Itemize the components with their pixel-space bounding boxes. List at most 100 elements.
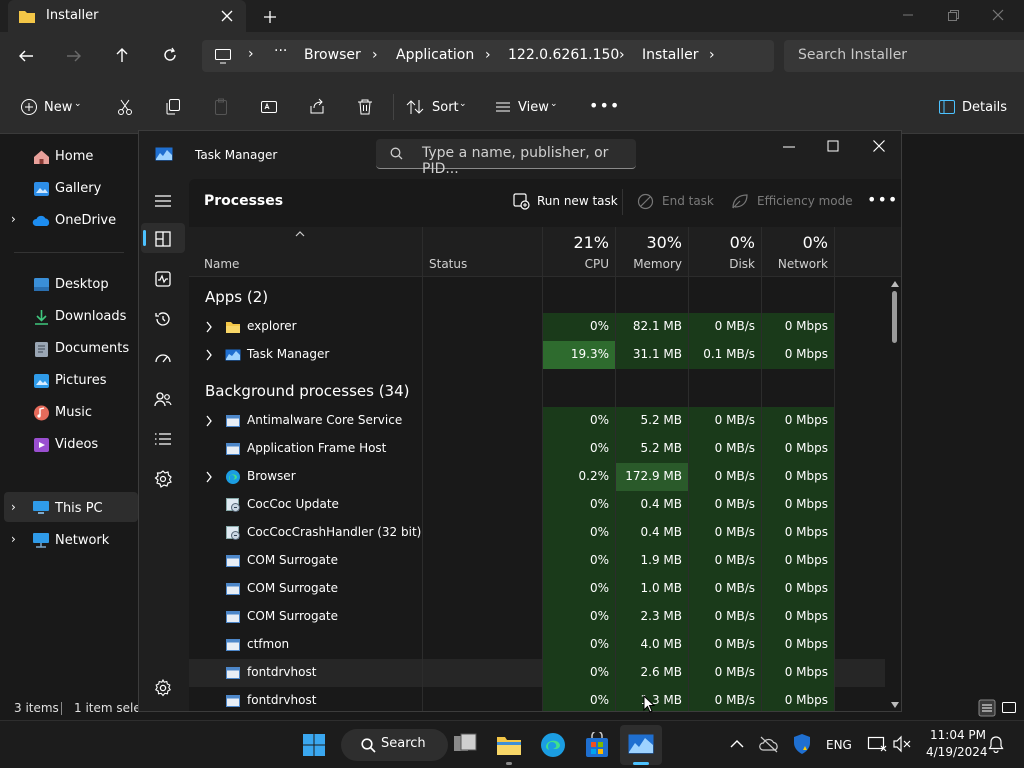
- minimize-icon[interactable]: [902, 12, 914, 18]
- close-window-icon[interactable]: [992, 9, 1004, 21]
- new-button[interactable]: New: [44, 100, 72, 115]
- process-row[interactable]: COM Surrogate 0% 1.9 MB 0 MB/s 0 Mbps: [189, 547, 885, 575]
- network-status-icon[interactable]: [867, 735, 887, 753]
- up-icon[interactable]: [114, 47, 130, 63]
- sort-ascending-chevron-icon[interactable]: [295, 231, 305, 237]
- process-row[interactable]: Application Frame Host 0% 5.2 MB 0 MB/s 0 Mb…: [189, 435, 885, 463]
- group-header-background-processes[interactable]: Background processes (34): [205, 382, 410, 400]
- volume-muted-icon[interactable]: [893, 735, 911, 753]
- process-row[interactable]: CocCocCrashHandler (32 bit) 0% 0.4 MB 0 MB/…: [189, 519, 885, 547]
- show-hidden-icons-chevron-icon[interactable]: [730, 739, 744, 748]
- details-view-icon[interactable]: [978, 699, 996, 717]
- disk-total-percent[interactable]: 0%: [688, 233, 755, 252]
- nav-item-desktop[interactable]: Desktop: [55, 277, 109, 292]
- column-header-network[interactable]: Network: [761, 257, 828, 271]
- expand-chevron-icon[interactable]: ›: [11, 532, 16, 546]
- column-header-name[interactable]: Name: [204, 257, 239, 271]
- language-indicator[interactable]: ENG: [826, 738, 852, 752]
- view-button[interactable]: View: [518, 100, 549, 115]
- column-header-disk[interactable]: Disk: [688, 257, 755, 271]
- notifications-bell-icon[interactable]: [988, 735, 1004, 753]
- restore-icon[interactable]: [947, 9, 959, 21]
- process-search-input[interactable]: Type a name, publisher, or PID...: [376, 139, 636, 177]
- process-row[interactable]: fontdrvhost 0% 1.3 MB 0 MB/s 0 Mbps: [189, 687, 885, 711]
- windows-security-icon[interactable]: [792, 733, 812, 755]
- network-total-percent[interactable]: 0%: [761, 233, 828, 252]
- hamburger-menu-icon[interactable]: [151, 189, 175, 213]
- sort-icon[interactable]: [406, 98, 424, 116]
- rename-icon[interactable]: [260, 98, 278, 116]
- nav-item-documents[interactable]: Documents: [55, 341, 129, 356]
- process-row[interactable]: COM Surrogate 0% 2.3 MB 0 MB/s 0 Mbps: [189, 603, 885, 631]
- expand-chevron-icon[interactable]: ›: [11, 212, 16, 226]
- cpu-total-percent[interactable]: 21%: [542, 233, 609, 252]
- refresh-icon[interactable]: [162, 47, 178, 63]
- details-pane-icon[interactable]: [938, 98, 956, 116]
- breadcrumb-overflow-icon[interactable]: ···: [274, 43, 287, 59]
- new-tab-icon[interactable]: [263, 10, 277, 24]
- users-icon[interactable]: [151, 387, 175, 411]
- services-icon[interactable]: [151, 467, 175, 491]
- start-windows-icon[interactable]: [302, 733, 326, 757]
- clock-time[interactable]: 11:04 PM: [930, 728, 986, 742]
- end-task-button[interactable]: End task: [662, 194, 714, 208]
- tiles-view-icon[interactable]: [1000, 699, 1018, 717]
- delete-icon[interactable]: [356, 98, 374, 116]
- details-icon[interactable]: [151, 427, 175, 451]
- breadcrumb-item-browser[interactable]: Browser: [304, 47, 361, 63]
- nav-item-onedrive[interactable]: OneDrive: [55, 213, 116, 228]
- explorer-tab[interactable]: Installer: [8, 0, 246, 32]
- share-icon[interactable]: [308, 98, 326, 116]
- cut-icon[interactable]: [116, 98, 134, 116]
- back-icon[interactable]: [18, 48, 34, 64]
- task-view-icon[interactable]: [453, 733, 477, 755]
- sort-button[interactable]: Sort: [432, 100, 459, 115]
- column-header-cpu[interactable]: CPU: [542, 257, 609, 271]
- close-tab-icon[interactable]: [221, 10, 233, 22]
- process-row[interactable]: fontdrvhost 0% 2.6 MB 0 MB/s 0 Mbps: [189, 659, 885, 687]
- nav-item-this-pc[interactable]: This PC: [55, 501, 103, 516]
- new-icon[interactable]: [20, 98, 38, 116]
- process-row[interactable]: Task Manager 19.3% 31.1 MB 0.1 MB/s 0 Mbps: [189, 341, 885, 369]
- taskbar-search-button[interactable]: Search: [341, 729, 448, 761]
- scrollbar-thumb[interactable]: [892, 291, 897, 343]
- nav-item-gallery[interactable]: Gallery: [55, 181, 101, 196]
- breadcrumb-item-version[interactable]: 122.0.6261.150: [508, 47, 619, 63]
- process-row[interactable]: Antimalware Core Service 0% 5.2 MB 0 MB/s 0 …: [189, 407, 885, 435]
- run-new-task-button[interactable]: Run new task: [537, 194, 618, 208]
- more-options-icon[interactable]: •••: [589, 96, 620, 115]
- nav-item-pictures[interactable]: Pictures: [55, 373, 106, 388]
- nav-item-videos[interactable]: Videos: [55, 437, 98, 452]
- column-header-status[interactable]: Status: [429, 257, 467, 271]
- performance-icon[interactable]: [151, 267, 175, 291]
- scroll-down-icon[interactable]: [891, 702, 899, 708]
- details-button[interactable]: Details: [962, 100, 1007, 115]
- task-manager-taskbar-icon[interactable]: [628, 734, 654, 754]
- process-row[interactable]: ctfmon 0% 4.0 MB 0 MB/s 0 Mbps: [189, 631, 885, 659]
- nav-item-network[interactable]: Network: [55, 533, 109, 548]
- processes-icon[interactable]: [151, 227, 175, 251]
- process-row[interactable]: Browser 0.2% 172.9 MB 0 MB/s 0 Mbps: [189, 463, 885, 491]
- breadcrumb-item-installer[interactable]: Installer: [642, 47, 699, 63]
- expand-chevron-icon[interactable]: ›: [11, 500, 16, 514]
- nav-item-downloads[interactable]: Downloads: [55, 309, 126, 324]
- expand-chevron-icon[interactable]: [205, 415, 213, 427]
- microsoft-store-icon[interactable]: [585, 732, 609, 758]
- paste-icon[interactable]: [212, 98, 230, 116]
- maximize-icon[interactable]: [827, 140, 839, 152]
- process-row[interactable]: COM Surrogate 0% 1.0 MB 0 MB/s 0 Mbps: [189, 575, 885, 603]
- column-header-memory[interactable]: Memory: [615, 257, 682, 271]
- expand-chevron-icon[interactable]: [205, 349, 213, 361]
- efficiency-mode-button[interactable]: Efficiency mode: [757, 194, 853, 208]
- file-explorer-taskbar-icon[interactable]: [496, 732, 522, 756]
- forward-icon[interactable]: [66, 48, 82, 64]
- process-row[interactable]: explorer 0% 82.1 MB 0 MB/s 0 Mbps: [189, 313, 885, 341]
- edge-browser-icon[interactable]: [540, 732, 566, 758]
- onedrive-offline-icon[interactable]: [759, 735, 779, 753]
- memory-total-percent[interactable]: 30%: [615, 233, 682, 252]
- copy-icon[interactable]: [164, 98, 182, 116]
- more-options-icon[interactable]: •••: [867, 190, 898, 209]
- breadcrumb-item-application[interactable]: Application: [396, 47, 474, 63]
- expand-chevron-icon[interactable]: [205, 321, 213, 333]
- scroll-up-icon[interactable]: [891, 281, 899, 287]
